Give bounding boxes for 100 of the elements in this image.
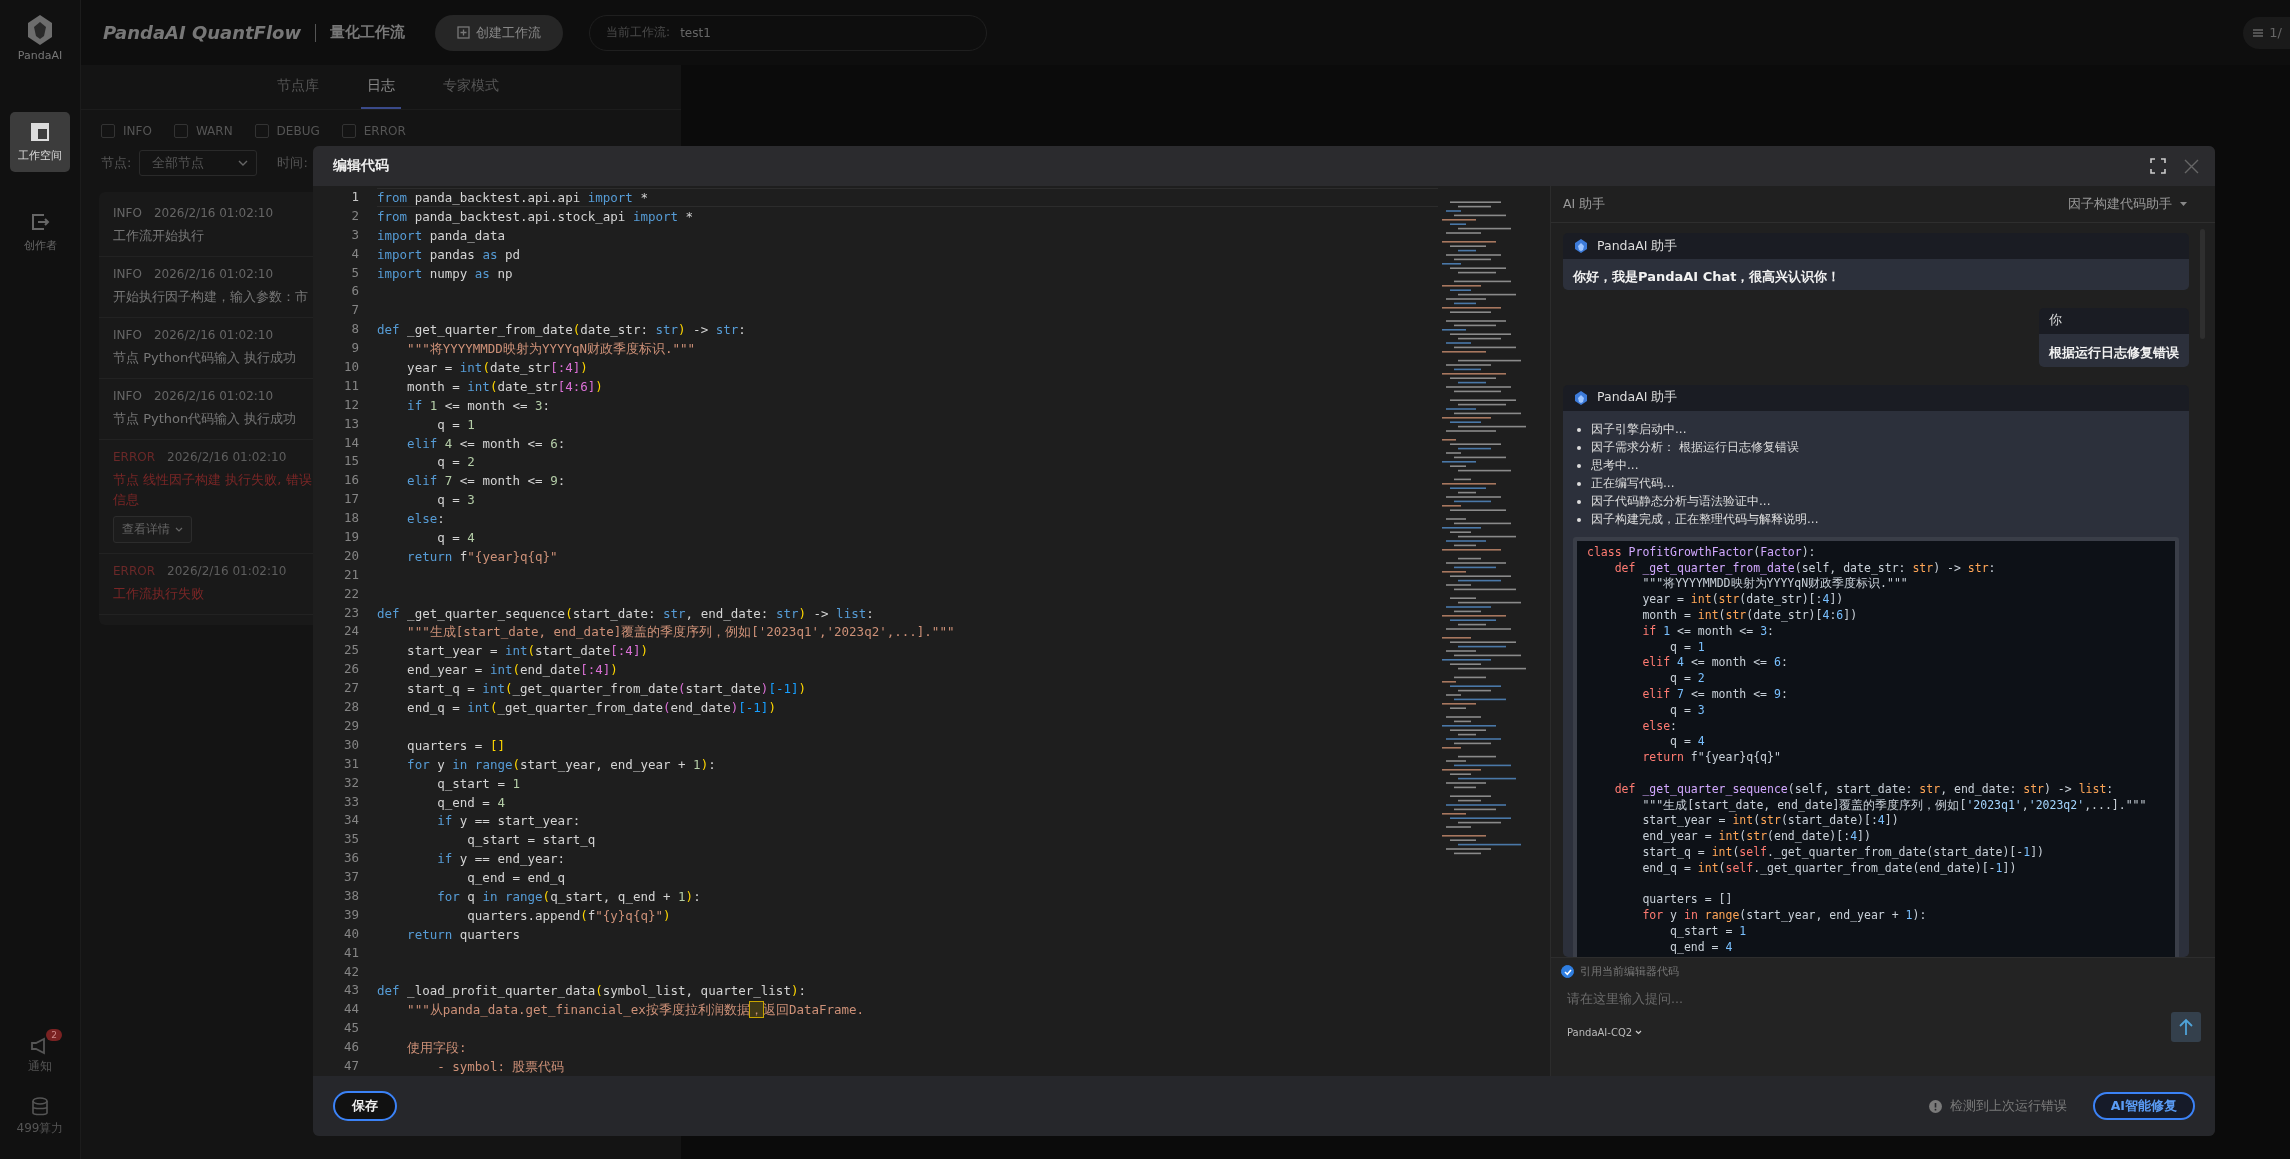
code-line: def _get_quarter_sequence(self, start_date: str, end_date: str) -> list: bbox=[1613, 781, 2114, 796]
line-number: 1 bbox=[350, 188, 359, 206]
node-select[interactable]: 全部节点 bbox=[139, 150, 258, 176]
line-number: 36 bbox=[342, 849, 359, 868]
notification-badge: 2 bbox=[46, 1029, 62, 1041]
line-number: 41 bbox=[342, 943, 359, 962]
assistant-mode-select[interactable]: 因子构建代码助手 bbox=[2068, 195, 2187, 213]
code-line: q_end = end_q bbox=[466, 870, 566, 886]
code-line: if 1 <= month <= 3: bbox=[1641, 623, 1774, 638]
checkbox-label: ERROR bbox=[363, 124, 406, 138]
chevron-down-icon bbox=[175, 527, 183, 532]
prompt-input[interactable]: 请在这里输入提问... bbox=[1561, 991, 2201, 1006]
log-level: INFO bbox=[113, 389, 142, 403]
save-button[interactable]: 保存 bbox=[333, 1091, 397, 1121]
model-select[interactable]: PandaAI-CQ2 bbox=[1561, 1016, 1643, 1038]
log-message: 工作流执行失败 bbox=[113, 585, 205, 603]
progress-step: 因子代码静态分析与语法验证中... bbox=[1591, 493, 1771, 511]
line-number: 29 bbox=[342, 716, 359, 735]
code-line: return quarters bbox=[406, 926, 520, 942]
line-number: 26 bbox=[342, 660, 359, 679]
layout-icon bbox=[30, 121, 50, 142]
line-number: 17 bbox=[342, 490, 359, 509]
code-line: return f"{year}q{q}" bbox=[406, 548, 558, 564]
checkbox[interactable] bbox=[254, 124, 269, 138]
send-button[interactable] bbox=[2171, 1012, 2201, 1042]
line-number: 44 bbox=[342, 1000, 359, 1019]
section-title: 量化工作流 bbox=[330, 23, 406, 42]
panel-tab[interactable]: 专家模式 bbox=[437, 65, 505, 109]
assistant-avatar-icon bbox=[1573, 238, 1589, 254]
code-line: elif 4 <= month <= 6: bbox=[406, 435, 566, 451]
panel-tab[interactable]: 节点库 bbox=[271, 65, 325, 109]
code-line: quarters.append(f"{y}q{q}") bbox=[466, 907, 671, 923]
create-workflow-button[interactable]: 创建工作流 bbox=[435, 14, 564, 51]
line-number: 7 bbox=[350, 301, 359, 320]
progress-step: 因子构建完成，正在整理代码与解释说明... bbox=[1591, 511, 1819, 529]
log-time: 2026/2/16 01:02:10 bbox=[153, 267, 274, 281]
checkbox[interactable] bbox=[173, 124, 188, 138]
compute-button[interactable]: 499算力 bbox=[4, 1089, 76, 1137]
code-line: year = int(str(date_str)[:4]) bbox=[1641, 592, 1844, 607]
line-number: 47 bbox=[342, 1056, 359, 1075]
code-line: end_q = int(_get_quarter_from_date(end_date)[-1]) bbox=[406, 700, 776, 716]
line-number: 4 bbox=[350, 244, 359, 263]
code-line: """生成[start_date, end_date]覆盖的季度序列，例如['2023q1','2023q2',...].""" bbox=[1641, 797, 2147, 812]
line-number: 39 bbox=[342, 905, 359, 924]
checkbox[interactable] bbox=[1561, 965, 1574, 978]
line-number: 30 bbox=[342, 735, 359, 754]
panda-logo-icon bbox=[25, 14, 55, 46]
code-line: for y in range(start_year, end_year + 1): bbox=[406, 756, 716, 772]
code-line: month = int(str(date_str)[4:6]) bbox=[1641, 607, 1858, 622]
line-number: 2 bbox=[350, 206, 359, 225]
code-line: start_q = int(self._get_quarter_from_date(start_date)[-1]) bbox=[1641, 844, 2045, 859]
line-number: 18 bbox=[342, 509, 359, 528]
log-level: INFO bbox=[113, 328, 142, 342]
line-number: 20 bbox=[342, 546, 359, 565]
ai-fix-button[interactable]: AI智能修复 bbox=[2092, 1092, 2195, 1120]
dialog-title: 编辑代码 bbox=[333, 157, 389, 175]
nav-item[interactable]: 工作空间 bbox=[10, 112, 70, 172]
code-line: - symbol: 股票代码 bbox=[436, 1058, 565, 1074]
code-line: elif 7 <= month <= 9: bbox=[406, 473, 566, 489]
code-line: q = 1 bbox=[1669, 639, 1705, 654]
code-line: year = int(date_str[:4]) bbox=[406, 360, 588, 375]
progress-step: 思考中... bbox=[1591, 457, 1639, 475]
code-line: q_start = start_q bbox=[466, 832, 596, 848]
nav-item[interactable]: 创作者 bbox=[10, 202, 70, 262]
message-text: 你好，我是PandaAI Chat，很高兴认识你！ bbox=[1573, 268, 1842, 286]
code-line: class ProfitGrowthFactor(Factor): bbox=[1587, 544, 1816, 559]
author-name: 你 bbox=[2039, 307, 2189, 334]
code-line: def _get_quarter_from_date(date_str: str) -> str: bbox=[377, 322, 746, 338]
code-line: else: bbox=[1641, 718, 1678, 733]
code-line: start_q = int(_get_quarter_from_date(start_date)[-1]) bbox=[406, 681, 806, 697]
code-line: elif 4 <= month <= 6: bbox=[1641, 655, 1788, 670]
notification-button[interactable]: 2 通知 bbox=[16, 1029, 64, 1075]
checkbox[interactable] bbox=[341, 124, 356, 138]
checkbox[interactable] bbox=[101, 124, 115, 138]
code-line: q_start = 1 bbox=[436, 775, 520, 791]
line-number: 3 bbox=[350, 225, 359, 244]
code-line: import pandas as pd bbox=[377, 246, 520, 262]
page-indicator[interactable]: 1/ bbox=[2243, 16, 2290, 49]
code-line: for q in range(q_start, q_end + 1): bbox=[436, 888, 701, 904]
close-icon[interactable] bbox=[2184, 158, 2199, 174]
log-level: INFO bbox=[113, 206, 142, 220]
code-line: month = int(date_str[4:6]) bbox=[406, 378, 603, 394]
code-line: elif 7 <= month <= 9: bbox=[1641, 686, 1788, 701]
fullscreen-icon[interactable] bbox=[2150, 158, 2166, 174]
line-number: 38 bbox=[342, 886, 359, 905]
app-title: PandaAI QuantFlow bbox=[103, 22, 302, 43]
code-line: from panda_backtest.api.stock_api import * bbox=[377, 208, 694, 224]
panel-tab[interactable]: 日志 bbox=[361, 65, 401, 109]
code-line: import panda_data bbox=[377, 227, 505, 243]
code-line: q = 4 bbox=[1669, 734, 1705, 749]
code-line: q = 2 bbox=[436, 454, 475, 470]
details-button[interactable]: 查看详情 bbox=[113, 516, 192, 543]
code-line: q = 3 bbox=[436, 492, 475, 508]
code-line: start_year = int(start_date[:4]) bbox=[406, 643, 648, 659]
code-line: else: bbox=[406, 511, 445, 527]
line-number: 5 bbox=[350, 263, 359, 282]
line-number: 9 bbox=[350, 339, 359, 358]
database-icon bbox=[31, 1097, 49, 1117]
logo-text: PandaAI bbox=[17, 49, 63, 62]
line-number: 40 bbox=[342, 924, 359, 943]
